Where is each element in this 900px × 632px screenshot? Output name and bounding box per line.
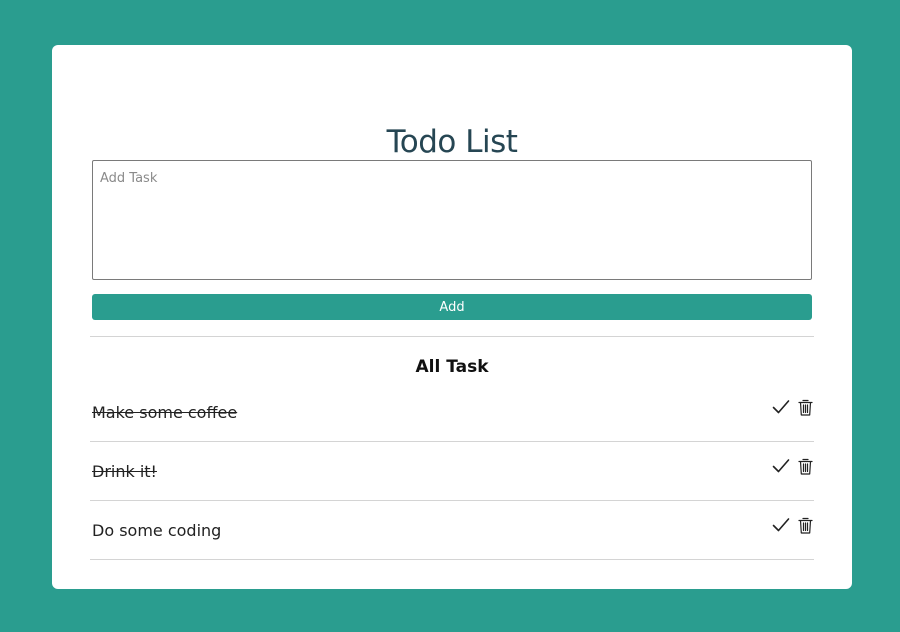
- task-item: Make some coffee: [90, 383, 814, 442]
- section-title: All Task: [415, 357, 489, 377]
- task-text: Do some coding: [92, 521, 222, 540]
- trash-icon[interactable]: [796, 457, 814, 475]
- divider: [90, 336, 814, 337]
- check-icon[interactable]: [772, 516, 790, 534]
- task-item: Do some coding: [90, 501, 814, 560]
- check-icon[interactable]: [772, 457, 790, 475]
- task-item: Drink it!: [90, 442, 814, 501]
- trash-icon[interactable]: [796, 398, 814, 416]
- task-actions: [772, 398, 814, 416]
- task-text: Drink it!: [92, 462, 157, 481]
- page-title: Todo List: [386, 124, 518, 160]
- task-input[interactable]: [92, 160, 812, 280]
- task-actions: [772, 457, 814, 475]
- trash-icon[interactable]: [796, 516, 814, 534]
- check-icon[interactable]: [772, 398, 790, 416]
- add-task-button[interactable]: Add: [92, 294, 812, 320]
- task-text: Make some coffee: [92, 403, 238, 422]
- todo-card: Todo List Add All Task Make some coffee …: [52, 45, 852, 589]
- task-actions: [772, 516, 814, 534]
- task-list: Make some coffee Drink it! Do some codin…: [90, 383, 814, 560]
